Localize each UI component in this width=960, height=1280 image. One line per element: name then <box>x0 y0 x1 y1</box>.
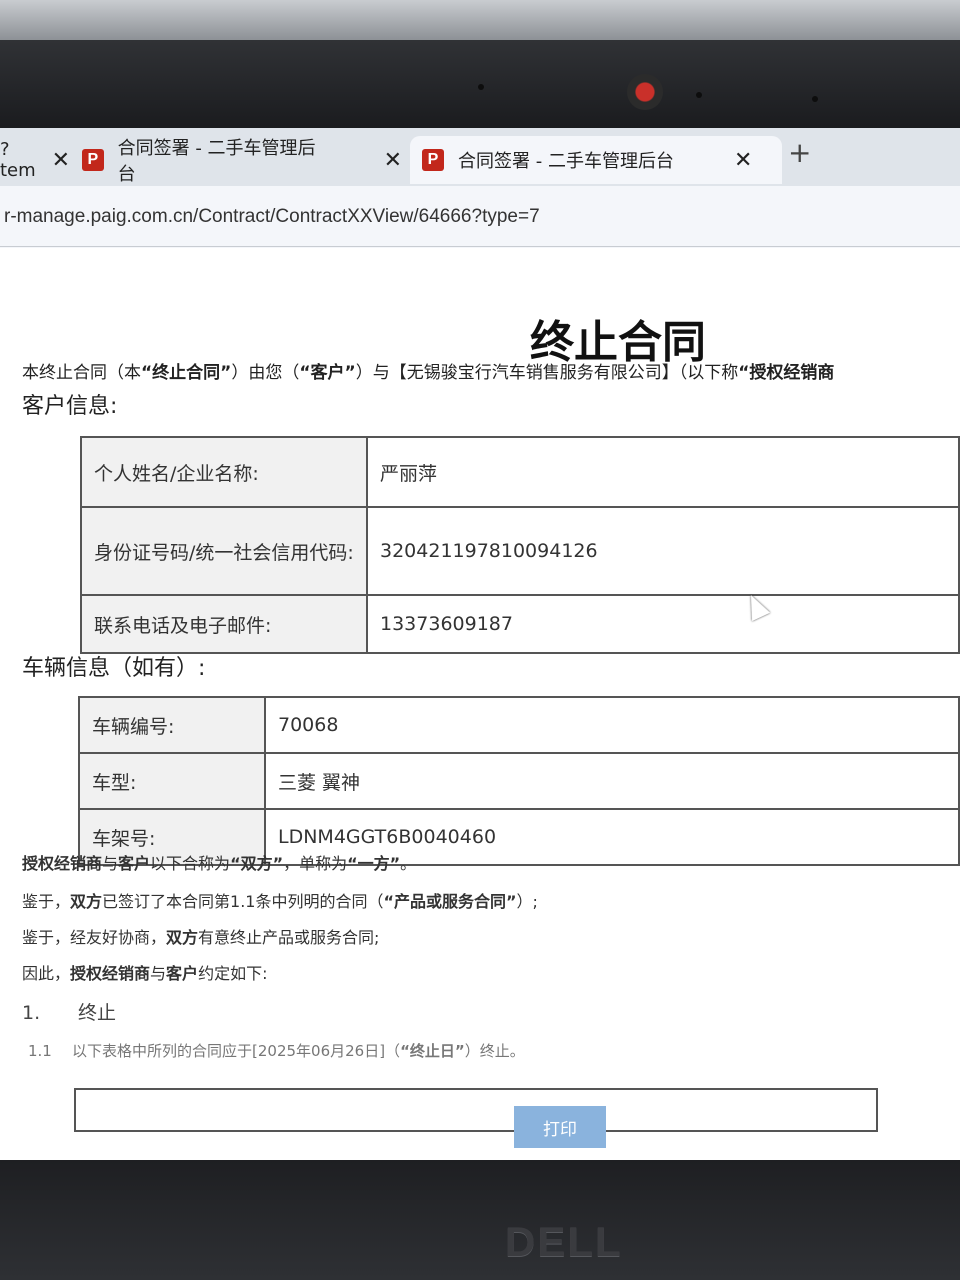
bold-text: 客户 <box>118 854 151 873</box>
intro-bold: “授权经销商 <box>738 363 835 383</box>
monitor-bezel-bottom <box>0 1160 960 1280</box>
new-tab-button[interactable]: + <box>788 136 811 169</box>
cell-value: 13373609187 <box>366 594 960 654</box>
close-icon[interactable]: ✕ <box>734 148 752 173</box>
sensor-dot <box>812 96 818 102</box>
bold-text: “产品或服务合同” <box>383 892 517 911</box>
paragraph-whereas-1: 鉴于，双方已签订了本合同第1.1条中列明的合同（“产品或服务合同”）; <box>22 888 538 912</box>
text: 。 <box>400 854 417 873</box>
cell-label: 身份证号码/统一社会信用代码: <box>80 506 368 596</box>
cell-value: 320421197810094126 <box>366 506 960 596</box>
cell-label: 车型: <box>78 752 266 810</box>
text: 因此， <box>22 964 71 983</box>
close-icon[interactable]: ✕ <box>52 148 70 173</box>
clause-title: 终止 <box>78 1002 117 1024</box>
vehicle-info-table: 车辆编号: 70068 车型: 三菱 翼神 车架号: LDNM4GGT6B004… <box>78 696 960 866</box>
intro-bold: “客户” <box>299 363 356 383</box>
sensor-dot <box>696 92 702 98</box>
screen: ?tem ✕ P 合同签署 - 二手车管理后台 ✕ P 合同签署 - 二手车管理… <box>0 128 960 1160</box>
text: ）终止。 <box>464 1042 525 1060</box>
print-button[interactable]: 打印 <box>514 1106 606 1148</box>
text: ）; <box>516 892 538 911</box>
text: 与 <box>150 964 167 983</box>
address-bar[interactable]: r-manage.paig.com.cn/Contract/ContractXX… <box>0 188 960 247</box>
vehicle-info-heading: 车辆信息（如有）: <box>22 656 206 681</box>
text: ，单称为 <box>283 854 348 873</box>
cell-value: 三菱 翼神 <box>264 752 960 810</box>
tab-strip: ?tem ✕ P 合同签署 - 二手车管理后台 ✕ P 合同签署 - 二手车管理… <box>0 128 960 186</box>
table-row: 联系电话及电子邮件: 13373609187 <box>80 594 960 654</box>
tab-3-active[interactable]: P 合同签署 - 二手车管理后台 ✕ <box>410 136 782 184</box>
text: 有意终止产品或服务合同; <box>198 928 380 947</box>
bold-text: “双方” <box>230 854 284 873</box>
clause-number: 1. <box>22 1002 41 1024</box>
bold-text: 双方 <box>70 892 103 911</box>
text: 约定如下: <box>198 964 268 983</box>
dell-logo: DELL <box>505 1218 623 1265</box>
monitor-bezel-top <box>0 0 960 130</box>
url-text[interactable]: r-manage.paig.com.cn/Contract/ContractXX… <box>0 206 540 228</box>
table-row: 车型: 三菱 翼神 <box>78 752 960 810</box>
webcam-icon <box>627 74 663 110</box>
cell-value: 70068 <box>264 696 960 754</box>
intro-text: 本终止合同（本 <box>22 363 141 383</box>
intro-paragraph: 本终止合同（本“终止合同”）由您（“客户”）与【无锡骏宝行汽车销售服务有限公司】… <box>22 358 960 383</box>
app-icon: P <box>82 149 104 171</box>
tab-label: ?tem <box>0 139 36 181</box>
paragraph-whereas-2: 鉴于，经友好协商，双方有意终止产品或服务合同; <box>22 924 379 948</box>
bold-text: “一方” <box>347 854 401 873</box>
tab-2[interactable]: P 合同签署 - 二手车管理后台 ✕ <box>82 136 402 185</box>
text: 鉴于， <box>22 892 71 911</box>
background-wall <box>0 0 960 40</box>
text: 已签订了本合同第1.1条中列明的合同（ <box>102 892 384 911</box>
intro-text: ）由您（ <box>231 363 300 383</box>
paragraph-therefore: 因此，授权经销商与客户约定如下: <box>22 960 267 984</box>
paragraph-parties: 授权经销商与客户以下合称为“双方”，单称为“一方”。 <box>22 850 416 874</box>
text: 以下表格中所列的合同应于[2025年06月26日]（ <box>72 1042 401 1060</box>
table-row: 个人姓名/企业名称: 严丽萍 <box>80 436 960 508</box>
customer-info-heading: 客户信息: <box>22 394 118 419</box>
bold-text: 客户 <box>166 964 199 983</box>
cell-label: 车辆编号: <box>78 696 266 754</box>
cell-value: 严丽萍 <box>366 436 960 508</box>
text: 以下合称为 <box>150 854 231 873</box>
page-content: 终止合同 本终止合同（本“终止合同”）由您（“客户”）与【无锡骏宝行汽车销售服务… <box>0 248 960 1160</box>
tab-label: 合同签署 - 二手车管理后台 <box>458 151 674 172</box>
text: 与 <box>102 854 119 873</box>
cell-label: 联系电话及电子邮件: <box>80 594 368 654</box>
tab-1[interactable]: ?tem ✕ <box>0 136 70 184</box>
clause-number: 1.1 <box>28 1042 52 1060</box>
text: 鉴于，经友好协商， <box>22 928 167 947</box>
tab-label: 合同签署 - 二手车管理后台 <box>117 138 316 185</box>
bold-text: “终止日” <box>400 1042 465 1060</box>
bold-text: 授权经销商 <box>22 854 103 873</box>
intro-text: ）与【无锡骏宝行汽车销售服务有限公司】（以下称 <box>355 363 739 383</box>
table-row: 身份证号码/统一社会信用代码: 320421197810094126 <box>80 506 960 596</box>
cell-label: 个人姓名/企业名称: <box>80 436 368 508</box>
bold-text: 双方 <box>166 928 199 947</box>
sensor-dot <box>478 84 484 90</box>
customer-info-table: 个人姓名/企业名称: 严丽萍 身份证号码/统一社会信用代码: 320421197… <box>80 436 960 654</box>
app-icon: P <box>422 149 444 171</box>
bold-text: 授权经销商 <box>70 964 151 983</box>
table-row: 车辆编号: 70068 <box>78 696 960 754</box>
termination-table <box>74 1088 878 1132</box>
intro-bold: “终止合同” <box>141 363 232 383</box>
clause-1: 1. 终止 <box>22 998 116 1025</box>
close-icon[interactable]: ✕ <box>384 148 402 173</box>
clause-1-1: 1.1 以下表格中所列的合同应于[2025年06月26日]（“终止日”）终止。 <box>28 1040 525 1061</box>
